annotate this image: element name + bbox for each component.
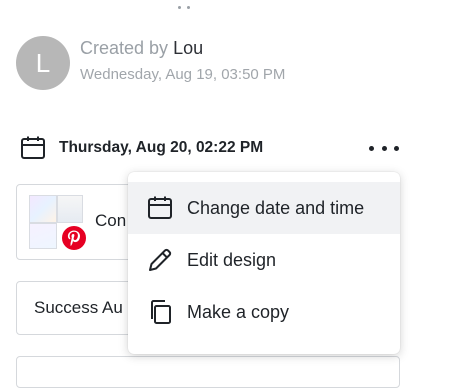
calendar-icon	[21, 136, 45, 159]
menu-item-make-copy[interactable]: Make a copy	[128, 286, 400, 338]
pinterest-icon	[61, 225, 87, 251]
dot	[381, 145, 387, 151]
top-ellipsis-fragment	[178, 0, 202, 9]
creator-name: Lou	[173, 38, 204, 58]
pin-card-title: Con	[95, 211, 127, 230]
thumbnail-tile	[29, 195, 57, 223]
dot	[369, 145, 374, 151]
more-options-button[interactable]	[369, 137, 399, 159]
pencil-icon	[149, 248, 172, 271]
menu-item-label: Change date and time	[187, 197, 365, 218]
schedule-row: Thursday, Aug 20, 02:22 PM	[20, 134, 400, 162]
copy-icon	[151, 300, 171, 324]
avatar: L	[16, 36, 70, 90]
thumbnail-tile	[57, 195, 83, 223]
scheduled-date: Thursday, Aug 20, 02:22 PM	[59, 139, 264, 156]
calendar-icon	[148, 196, 172, 219]
menu-item-label: Make a copy	[187, 301, 290, 322]
created-by-text: Created by Lou	[80, 38, 203, 59]
thumbnail-tile	[29, 223, 57, 249]
bottom-field[interactable]	[16, 356, 400, 388]
created-date: Wednesday, Aug 19, 03:50 PM	[80, 66, 286, 83]
options-menu: Change date and time Edit design Make a …	[128, 172, 400, 354]
created-by-prefix: Created by	[80, 38, 174, 58]
dot	[394, 145, 399, 151]
menu-item-edit-design[interactable]: Edit design	[128, 234, 400, 286]
menu-item-change-date-time[interactable]: Change date and time	[128, 182, 400, 234]
board-name: Success Au	[34, 298, 123, 317]
menu-item-label: Edit design	[187, 249, 277, 270]
